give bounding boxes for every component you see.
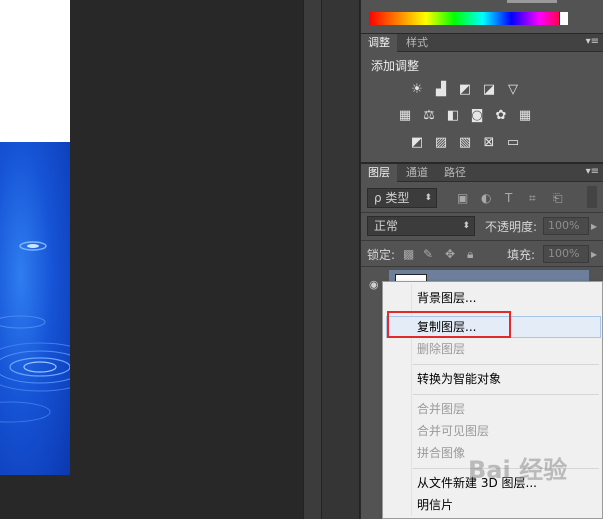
- adjustments-row-1: ☀ ▟ ◩ ◪ ▽: [361, 82, 603, 102]
- adjustments-row-2: ▦ ⚖ ◧ ◙ ✿ ▦: [361, 108, 603, 128]
- type-filter-icon[interactable]: T: [505, 191, 512, 205]
- levels-icon[interactable]: ▟: [433, 82, 449, 98]
- filter-toggle[interactable]: [587, 186, 597, 208]
- exposure-icon[interactable]: ◪: [481, 82, 497, 98]
- filter-type-label: ρ 类型: [374, 191, 410, 205]
- adjustment-filter-icon[interactable]: ◐: [481, 191, 491, 205]
- chevron-updown-icon: ⬍: [424, 193, 432, 203]
- color-balance-icon[interactable]: ⚖: [421, 108, 437, 124]
- workspace-background: [70, 0, 303, 519]
- menu-item-convert-smart-object[interactable]: 转换为智能对象: [417, 370, 501, 388]
- menu-item-merge-layers[interactable]: 合并图层: [417, 400, 465, 418]
- tab-adjustments[interactable]: 调整: [361, 34, 397, 52]
- menu-item-background-layer[interactable]: 背景图层...: [417, 289, 476, 307]
- lock-move-icon[interactable]: ✥: [445, 247, 455, 261]
- brightness-icon[interactable]: ☀: [409, 82, 425, 98]
- menu-separator: [413, 394, 599, 395]
- baidu-watermark: Bai 经验: [468, 456, 568, 484]
- visibility-eye-icon[interactable]: ◉: [369, 278, 379, 291]
- lock-all-icon[interactable]: 🔒︎: [467, 247, 473, 262]
- channel-mixer-icon[interactable]: ✿: [493, 108, 509, 124]
- color-lookup-icon[interactable]: ▦: [517, 108, 533, 124]
- adjustments-tabbar: 调整 样式 ▾≡: [361, 34, 603, 52]
- panel-dock-collapsed: [322, 0, 360, 519]
- menu-item-merge-visible[interactable]: 合并可见图层: [417, 422, 489, 440]
- blend-mode-value: 正常: [374, 219, 399, 233]
- tab-styles[interactable]: 样式: [399, 34, 435, 52]
- hue-saturation-icon[interactable]: ▦: [397, 108, 413, 124]
- panel-menu-icon[interactable]: ▾≡: [586, 36, 599, 47]
- curves-icon[interactable]: ◩: [457, 82, 473, 98]
- menu-item-postcard[interactable]: 明信片: [417, 496, 453, 514]
- smart-object-filter-icon[interactable]: ⎗: [553, 191, 563, 206]
- filter-type-select[interactable]: ρ 类型 ⬍: [367, 188, 437, 208]
- layers-tabbar: 图层 通道 路径 ▾≡: [361, 164, 603, 182]
- menu-item-flatten-image[interactable]: 拼合图像: [417, 444, 465, 462]
- panel-menu-icon[interactable]: ▾≡: [586, 166, 599, 177]
- adjustments-panel: 调整 样式 ▾≡ 添加调整 ☀ ▟ ◩ ◪ ▽ ▦ ⚖ ◧ ◙ ✿ ▦ ◩ ▨ …: [361, 34, 603, 162]
- shape-filter-icon[interactable]: ⌗: [529, 191, 536, 206]
- color-swatch-bar: [507, 0, 557, 3]
- opacity-label: 不透明度:: [485, 220, 538, 234]
- canvas-white-area: [0, 0, 70, 142]
- blend-mode-select[interactable]: 正常 ⬍: [367, 216, 475, 236]
- invert-icon[interactable]: ◩: [409, 135, 425, 151]
- divider: [361, 240, 603, 241]
- selective-color-icon[interactable]: ⊠: [481, 135, 497, 151]
- tab-layers[interactable]: 图层: [361, 164, 397, 182]
- menu-item-delete-layer[interactable]: 删除图层: [417, 340, 465, 358]
- lock-transparent-icon[interactable]: ▩: [403, 247, 414, 261]
- opacity-field[interactable]: 100%: [543, 217, 589, 235]
- photoshop-window: 调整 样式 ▾≡ 添加调整 ☀ ▟ ◩ ◪ ▽ ▦ ⚖ ◧ ◙ ✿ ▦ ◩ ▨ …: [0, 0, 603, 519]
- divider: [361, 266, 603, 267]
- annotation-highlight-box: [387, 311, 511, 338]
- gradient-map-icon[interactable]: ▭: [505, 135, 521, 151]
- divider: [361, 212, 603, 213]
- tab-paths[interactable]: 路径: [437, 164, 473, 182]
- threshold-icon[interactable]: ▧: [457, 135, 473, 151]
- adjustments-row-3: ◩ ▨ ▧ ⊠ ▭: [361, 135, 603, 155]
- spectrum-white-end[interactable]: [559, 12, 568, 25]
- black-white-icon[interactable]: ◧: [445, 108, 461, 124]
- photo-filter-icon[interactable]: ◙: [469, 108, 485, 124]
- menu-separator: [413, 364, 599, 365]
- fill-label: 填充:: [507, 248, 536, 262]
- lock-brush-icon[interactable]: ✎: [423, 247, 433, 261]
- adjustments-title: 添加调整: [371, 59, 420, 73]
- tab-channels[interactable]: 通道: [399, 164, 435, 182]
- chevron-updown-icon: ⬍: [462, 221, 470, 231]
- lock-label: 锁定:: [367, 248, 396, 262]
- panel-dock-strip: [303, 0, 322, 519]
- fill-arrow-icon[interactable]: ▸: [591, 247, 597, 261]
- pixel-filter-icon[interactable]: ▣: [457, 191, 468, 205]
- vibrance-icon[interactable]: ▽: [505, 82, 521, 98]
- posterize-icon[interactable]: ▨: [433, 135, 449, 151]
- fill-field[interactable]: 100%: [543, 245, 589, 263]
- opacity-arrow-icon[interactable]: ▸: [591, 219, 597, 233]
- color-panel: [361, 0, 603, 33]
- canvas-water-image: [0, 142, 70, 475]
- color-spectrum[interactable]: [369, 12, 568, 25]
